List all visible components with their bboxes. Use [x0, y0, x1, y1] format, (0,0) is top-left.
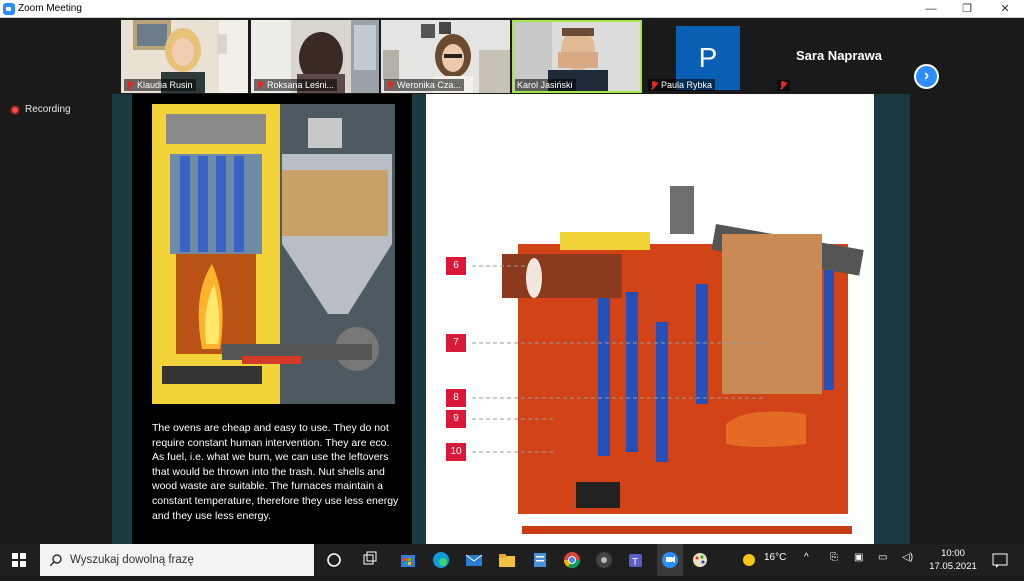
- webcam-app-icon[interactable]: [594, 550, 614, 570]
- weather-sunny-icon[interactable]: [740, 550, 760, 570]
- muted-mic-icon: [386, 80, 394, 90]
- windows-taskbar: Wyszukaj dowolną frazę T 16°C ^ ⎘ ▣ ▭ ◁)…: [0, 544, 1024, 576]
- participant-name-label: [777, 80, 790, 91]
- muted-mic-icon: [126, 80, 134, 90]
- action-center-icon[interactable]: [990, 550, 1010, 570]
- paint-icon[interactable]: [690, 550, 710, 570]
- clock-date: 17.05.2021: [929, 561, 977, 572]
- recording-dot-icon: [10, 104, 20, 115]
- windows-start-icon[interactable]: [12, 553, 26, 567]
- search-icon: [50, 554, 62, 566]
- recording-label: Recording: [25, 104, 71, 115]
- minimize-button[interactable]: —: [913, 0, 949, 18]
- muted-mic-icon: [650, 80, 658, 90]
- file-explorer-icon[interactable]: [497, 550, 517, 570]
- participant-name-label: Weronika Cza...: [384, 79, 464, 91]
- participant-tile-2[interactable]: Roksana Leśni...: [251, 20, 379, 93]
- search-placeholder: Wyszukaj dowolną frazę: [70, 554, 194, 566]
- participant-name: Roksana Leśni...: [267, 80, 335, 90]
- participant-name: Weronika Cza...: [397, 80, 461, 90]
- task-view-icon[interactable]: [360, 550, 380, 570]
- callout-10: 10: [446, 443, 466, 461]
- meet-now-icon[interactable]: ▣: [854, 552, 863, 563]
- participant-name: Klaudia Rusin: [137, 80, 193, 90]
- slide-body-text: The ovens are cheap and easy to use. The…: [152, 422, 399, 522]
- show-hidden-icons-icon[interactable]: ^: [804, 552, 809, 563]
- cortana-icon[interactable]: [324, 550, 344, 570]
- participant-tile-6[interactable]: Sara Naprawa: [774, 20, 904, 93]
- participant-tile-1[interactable]: Klaudia Rusin: [121, 20, 248, 93]
- callout-8: 8: [446, 389, 466, 407]
- clock-time: 10:00: [941, 548, 965, 559]
- weather-temperature[interactable]: 16°C: [764, 552, 786, 563]
- participant-tile-5[interactable]: P Paula Rybka: [645, 20, 771, 93]
- close-button[interactable]: ✕: [987, 0, 1023, 18]
- chrome-icon[interactable]: [562, 550, 582, 570]
- window-title: Zoom Meeting: [18, 3, 82, 14]
- zoom-taskbar-icon[interactable]: [657, 544, 683, 576]
- teams-icon[interactable]: T: [626, 550, 646, 570]
- participant-name-large: Sara Naprawa: [796, 48, 882, 63]
- muted-mic-icon: [779, 81, 787, 90]
- volume-icon[interactable]: ◁): [902, 552, 913, 563]
- svg-text:T: T: [632, 557, 638, 568]
- participant-name-label: Roksana Leśni...: [254, 79, 338, 91]
- participant-tile-3[interactable]: Weronika Cza...: [381, 20, 510, 93]
- window-titlebar: Zoom Meeting — ❐ ✕: [0, 0, 1024, 18]
- participant-name: Karol Jasiński: [517, 80, 573, 90]
- zoom-app-icon: [3, 3, 15, 15]
- callout-7: 7: [446, 334, 466, 352]
- notepad-icon[interactable]: [530, 550, 550, 570]
- mail-icon[interactable]: [464, 550, 484, 570]
- muted-mic-icon: [256, 80, 264, 90]
- participant-name-label: Klaudia Rusin: [124, 79, 196, 91]
- callout-9: 9: [446, 410, 466, 428]
- callout-leader-lines: [472, 265, 766, 453]
- participant-name: Paula Rybka: [661, 80, 713, 90]
- edge-browser-icon[interactable]: [431, 550, 451, 570]
- recording-indicator: Recording: [10, 104, 71, 115]
- participant-name-label: Karol Jasiński: [515, 79, 576, 91]
- battery-icon[interactable]: ▭: [878, 552, 887, 563]
- next-participants-button[interactable]: ›: [914, 64, 939, 89]
- usb-device-icon[interactable]: ⎘: [830, 552, 838, 563]
- microsoft-store-icon[interactable]: [398, 550, 418, 570]
- participant-tile-4[interactable]: Karol Jasiński: [512, 20, 642, 93]
- restore-button[interactable]: ❐: [949, 0, 985, 18]
- participant-name-label: Paula Rybka: [648, 79, 716, 91]
- taskbar-search-box[interactable]: Wyszukaj dowolną frazę: [40, 544, 314, 576]
- taskbar-clock[interactable]: 10:00 17.05.2021: [918, 547, 988, 573]
- callout-6: 6: [446, 257, 466, 275]
